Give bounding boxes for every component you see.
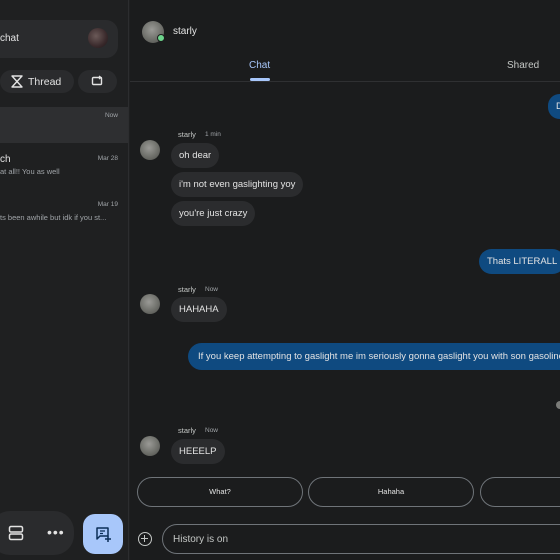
conversation-date: Mar 28 (97, 155, 118, 162)
new-chat-label: chat (0, 33, 19, 44)
bottom-nav: ••• (0, 511, 74, 555)
thread-filter-chip[interactable]: Thread (0, 70, 74, 93)
more-options-icon[interactable]: ••• (47, 524, 65, 540)
conversation-date: Now (104, 112, 118, 119)
message-bubble-incoming: i'm not even gaslighting yoy (171, 172, 304, 197)
message-bubble-outgoing: If you keep attempting to gaslight me im… (188, 343, 560, 370)
compose-icon (96, 527, 111, 542)
list-item[interactable]: Now (0, 107, 128, 143)
avatar (140, 294, 160, 314)
chat-title[interactable]: starly (173, 26, 197, 37)
hourglass-icon (11, 75, 23, 88)
message-time: Now (205, 427, 219, 434)
repeat-icon (91, 75, 103, 86)
new-message-button[interactable] (83, 514, 123, 554)
add-attachment-icon[interactable] (138, 532, 152, 546)
message-bubble-outgoing: D (548, 94, 560, 119)
avatar (140, 436, 160, 456)
message-time: 1 min (205, 131, 221, 138)
smart-reply-chip[interactable]: Hahaha (308, 477, 474, 507)
list-item[interactable]: Mar 19 ts been awhile but idk if you st.… (0, 196, 128, 232)
conversation-snippet: at all!! You as well (0, 167, 60, 176)
conversation-date: Mar 19 (97, 201, 118, 208)
message-bubble-outgoing: Thats LITERALL (479, 249, 560, 274)
conversation-name: ch (0, 154, 11, 165)
online-status-indicator (157, 34, 165, 42)
message-bubble-incoming: HAHAHA (171, 297, 227, 322)
message-bubble-incoming: you're just crazy (171, 201, 256, 226)
smart-reply-chip[interactable]: What? (137, 477, 303, 507)
sender-name: starly (178, 130, 196, 139)
chat-pane: starly Chat Shared D starly 1 min oh dea… (130, 0, 560, 560)
repeat-filter-chip[interactable] (78, 70, 117, 93)
message-input[interactable]: History is on (162, 524, 560, 554)
conversation-list-pane: chat Thread Now ch Mar 28 at all!! You a… (0, 0, 129, 560)
thread-filter-label: Thread (28, 76, 62, 88)
smart-reply-chip[interactable] (480, 477, 560, 507)
message-bubble-incoming: HEEELP (171, 439, 225, 464)
avatar (88, 28, 108, 48)
sender-name: starly (178, 426, 196, 435)
list-item[interactable]: ch Mar 28 at all!! You as well (0, 150, 128, 186)
tab-shared[interactable]: Shared (507, 60, 539, 71)
divider (130, 81, 560, 82)
sender-name: starly (178, 285, 196, 294)
avatar (140, 140, 160, 160)
message-time: Now (205, 286, 219, 293)
read-receipt-avatar (556, 401, 560, 409)
conversation-snippet: ts been awhile but idk if you st... (0, 213, 107, 222)
message-input-placeholder: History is on (173, 534, 229, 545)
tab-chat[interactable]: Chat (249, 60, 270, 71)
message-bubble-incoming: oh dear (171, 143, 220, 168)
stacked-layers-icon[interactable] (8, 525, 24, 541)
